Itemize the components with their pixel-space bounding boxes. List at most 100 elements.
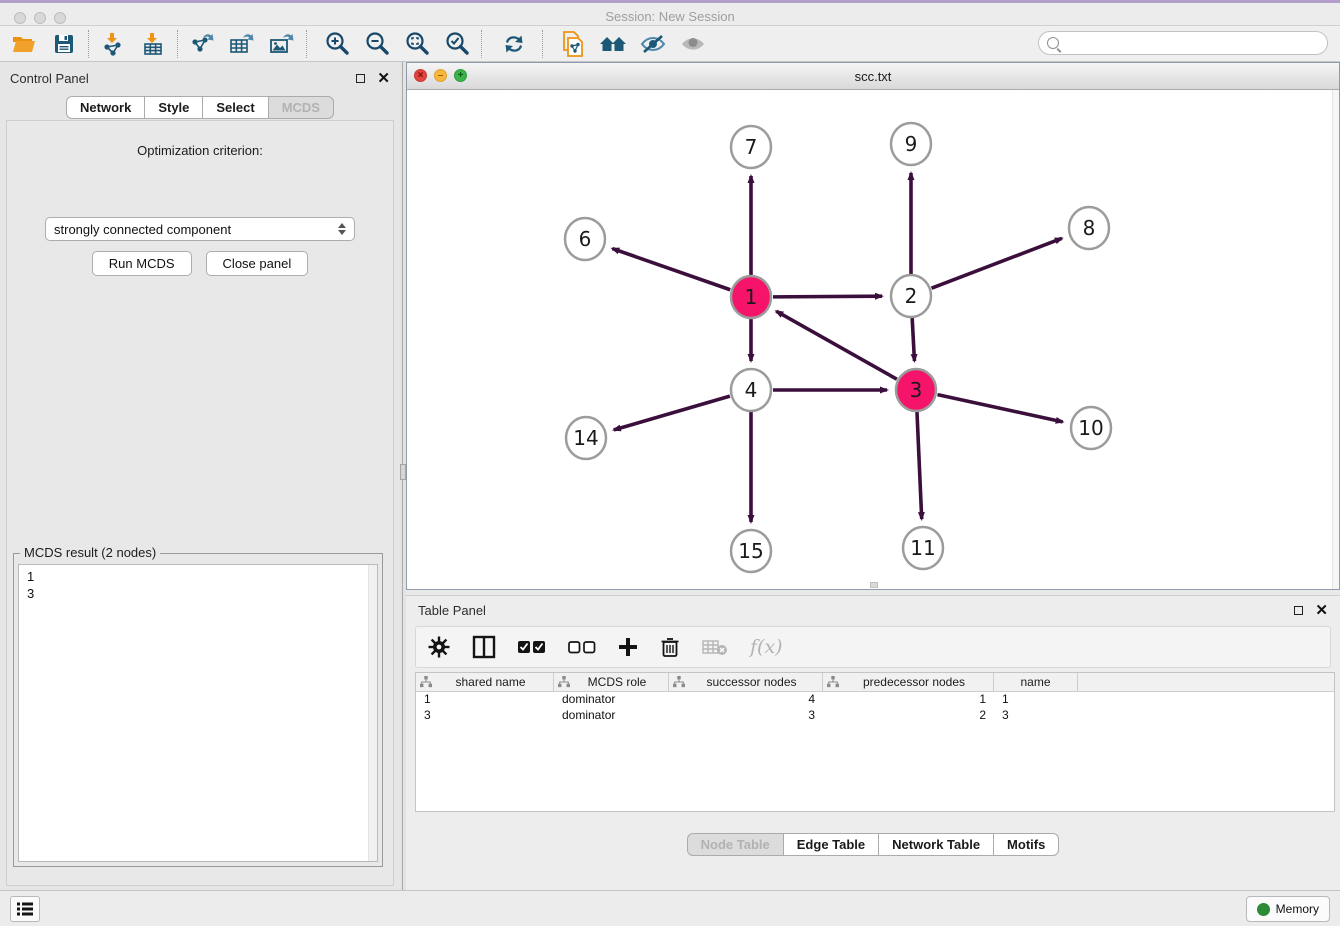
toolbar-separator [481,30,482,58]
tab-network[interactable]: Network [66,96,144,119]
memory-button[interactable]: Memory [1246,896,1330,922]
show-panels-list-icon[interactable] [10,896,40,922]
mcds-result-area[interactable]: 1 3 [18,564,378,862]
network-window: × – + scc.txt 7 9 6 8 1 2 4 3 14 10 15 11 [406,62,1340,590]
network-vertical-scrollbar[interactable] [1332,90,1339,589]
table-panel-float-icon[interactable] [1294,606,1303,615]
open-session-icon[interactable] [4,29,44,59]
network-title: scc.txt [407,69,1339,84]
zoom-selected-icon[interactable] [437,29,477,59]
table-row[interactable]: 1dominator411 [416,692,1334,708]
zoom-fit-icon[interactable] [397,29,437,59]
mcds-result-title: MCDS result (2 nodes) [20,545,160,560]
column-header-name[interactable]: name [994,673,1078,691]
edge-1-2[interactable] [773,296,882,297]
column-header-predecessor-nodes[interactable]: predecessor nodes [823,673,994,691]
cell-successor-nodes[interactable]: 4 [669,692,823,708]
optimization-criterion-value: strongly connected component [54,222,231,237]
edge-2-3[interactable] [912,318,914,361]
table-body: 1dominator4113dominator323 [416,692,1334,724]
run-mcds-button[interactable]: Run MCDS [92,251,192,276]
column-header-successor-nodes[interactable]: successor nodes [669,673,823,691]
export-network-icon[interactable] [182,29,222,59]
edge-1-6[interactable] [612,249,730,290]
zoom-out-icon[interactable] [357,29,397,59]
control-panel-float-icon[interactable] [356,74,365,83]
column-header-mcds-role[interactable]: MCDS role [554,673,669,691]
node-11[interactable]: 11 [903,527,943,569]
tab-motifs[interactable]: Motifs [993,833,1059,856]
deselect-all-checkboxes-icon[interactable] [568,632,596,662]
cell-predecessor-nodes[interactable]: 2 [823,708,994,724]
network-titlebar[interactable]: × – + scc.txt [407,63,1339,90]
import-network-icon[interactable] [93,29,133,59]
cell-mcds-role[interactable]: dominator [554,692,669,708]
tab-edge-table[interactable]: Edge Table [783,833,878,856]
edge-2-8[interactable] [932,238,1062,288]
import-table-icon[interactable] [133,29,173,59]
tab-mcds[interactable]: MCDS [268,96,334,119]
cell-predecessor-nodes[interactable]: 1 [823,692,994,708]
network-graph[interactable]: 7 9 6 8 1 2 4 3 14 10 15 11 [407,90,1339,590]
memory-status-icon [1257,903,1270,916]
toolbar-separator [177,30,178,58]
mcds-result-group: MCDS result (2 nodes) 1 3 [13,553,383,867]
tab-style[interactable]: Style [144,96,202,119]
column-flow-icon [420,676,432,688]
delete-column-trash-icon[interactable] [660,632,680,662]
optimization-criterion-select[interactable]: strongly connected component [45,217,355,241]
column-header-label: name [998,675,1073,689]
select-all-checkboxes-icon[interactable] [518,632,546,662]
zoom-in-icon[interactable] [317,29,357,59]
hide-selected-eye-slash-icon[interactable] [633,29,673,59]
table-row[interactable]: 3dominator323 [416,708,1334,724]
cell-shared-name[interactable]: 1 [416,692,554,708]
table-panel: Table Panel ✕ f(x) shared nameMCDS roles… [406,595,1340,890]
edge-3-11[interactable] [917,412,922,519]
cell-shared-name[interactable]: 3 [416,708,554,724]
export-image-icon[interactable] [262,29,302,59]
tab-select[interactable]: Select [202,96,267,119]
svg-text:10: 10 [1078,416,1103,440]
edge-4-14[interactable] [614,396,730,430]
result-scrollbar[interactable] [368,565,377,861]
node-7[interactable]: 7 [731,126,771,168]
control-panel-close-icon[interactable]: ✕ [377,71,390,86]
cell-mcds-role[interactable]: dominator [554,708,669,724]
node-4[interactable]: 4 [731,369,771,411]
add-column-plus-icon[interactable] [618,632,638,662]
export-table-icon[interactable] [222,29,262,59]
tab-network-table[interactable]: Network Table [878,833,993,856]
clone-network-icon[interactable] [553,29,593,59]
column-header-shared-name[interactable]: shared name [416,673,554,691]
search-box[interactable] [1038,31,1328,55]
column-selector-icon[interactable] [472,632,496,662]
cell-name[interactable]: 3 [994,708,1078,724]
table-panel-close-icon[interactable]: ✕ [1315,603,1328,618]
home-ndex-icon[interactable] [593,29,633,59]
tab-node-table[interactable]: Node Table [687,833,783,856]
edge-3-1[interactable] [776,311,897,379]
refresh-layout-icon[interactable] [494,29,534,59]
network-canvas[interactable]: 7 9 6 8 1 2 4 3 14 10 15 11 [407,90,1339,589]
edge-3-10[interactable] [937,395,1062,422]
node-9[interactable]: 9 [891,123,931,165]
node-6[interactable]: 6 [565,218,605,260]
node-14[interactable]: 14 [566,417,606,459]
search-input[interactable] [1065,36,1327,50]
svg-text:2: 2 [905,284,918,308]
show-all-eye-icon[interactable] [673,29,713,59]
node-table: shared nameMCDS rolesuccessor nodesprede… [415,672,1335,812]
network-resize-grip[interactable] [870,582,878,588]
node-3[interactable]: 3 [896,369,936,411]
cell-successor-nodes[interactable]: 3 [669,708,823,724]
save-session-icon[interactable] [44,29,84,59]
node-10[interactable]: 10 [1071,407,1111,449]
table-settings-gear-icon[interactable] [428,632,450,662]
node-2[interactable]: 2 [891,275,931,317]
node-8[interactable]: 8 [1069,207,1109,249]
cell-name[interactable]: 1 [994,692,1078,708]
node-15[interactable]: 15 [731,530,771,572]
close-panel-button[interactable]: Close panel [206,251,309,276]
node-1[interactable]: 1 [731,276,771,318]
